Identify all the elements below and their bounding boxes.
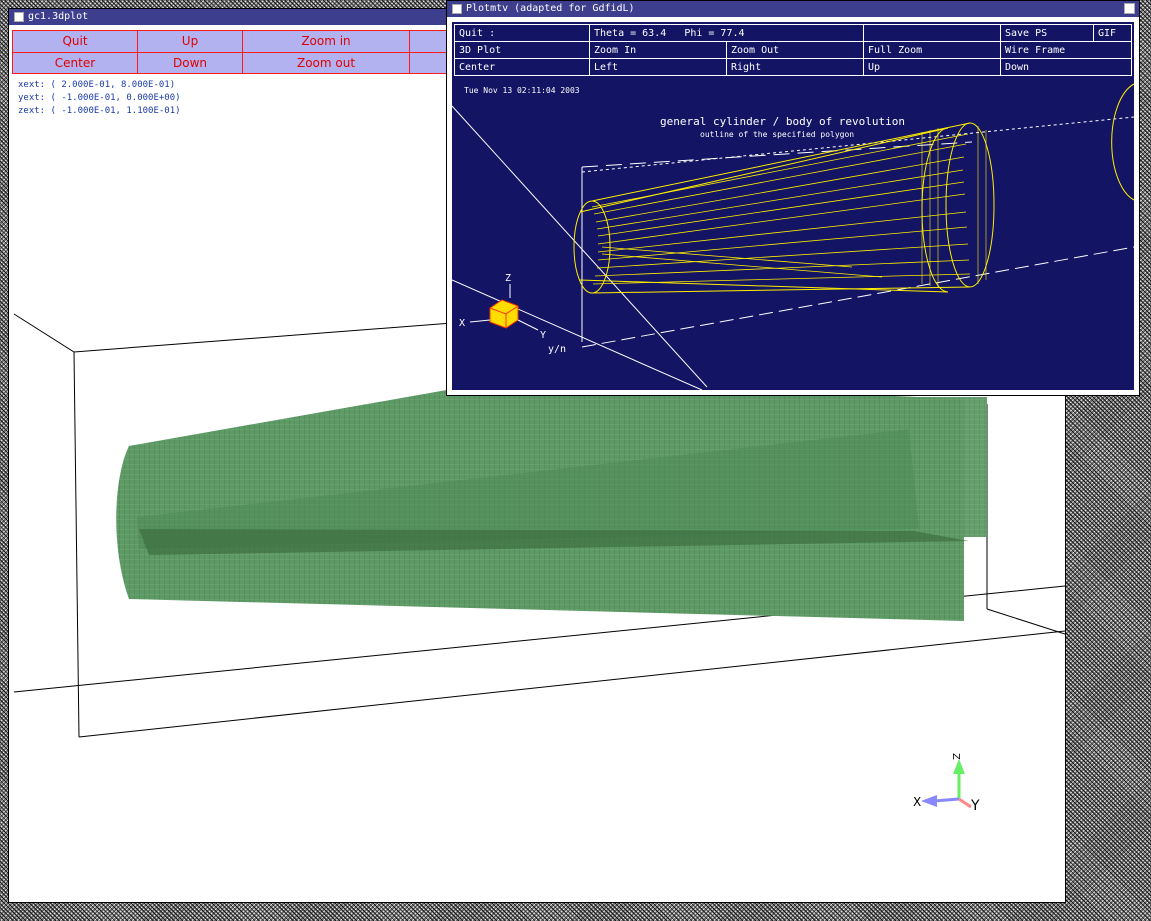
end-circle (1111, 83, 1134, 201)
yext-text: yext: ( -1.000E-01, 0.000E+00) (18, 93, 181, 103)
center-button[interactable]: Center (454, 58, 590, 76)
left-button[interactable]: Left (589, 58, 727, 76)
orientation-cube: Z X Y y/n (459, 273, 566, 355)
quit-button[interactable]: Quit (12, 30, 138, 53)
axis-z-label: Z (950, 753, 961, 760)
axis-x-label: X (913, 795, 921, 809)
axis-extra-label: y/n (548, 344, 566, 355)
up-button[interactable]: Up (863, 58, 1001, 76)
wire-frame-button[interactable]: Wire Frame (1000, 41, 1132, 59)
theta-phi-readout: Theta = 63.4 Phi = 77.4 (589, 24, 864, 42)
wireframe-cone (573, 122, 995, 294)
plotmtv-window: Plotmtv (adapted for GdfidL) Z X Y y/n T… (446, 0, 1140, 396)
zoom-out-button[interactable]: Zoom Out (726, 41, 864, 59)
axis-triad: X Y Z (913, 753, 980, 814)
plot-area[interactable]: Z X Y y/n Tue Nov 13 02:11:04 2003 gener… (451, 21, 1135, 391)
gif-button[interactable]: GIF (1093, 24, 1132, 42)
down-button[interactable]: Down (1000, 58, 1132, 76)
xext-text: xext: ( 2.000E-01, 8.000E-01) (18, 80, 176, 90)
extents-readout: xext: ( 2.000E-01, 8.000E-01) yext: ( -1… (18, 79, 181, 118)
plot-subtitle: outline of the specified polygon (700, 130, 854, 139)
axis-y-label: Y (970, 798, 980, 814)
zoom-in-button[interactable]: Zoom in (242, 30, 410, 53)
quit-button[interactable]: Quit : (454, 24, 590, 42)
axis-z-label: Z (505, 273, 511, 284)
blank-cell (863, 24, 1001, 42)
zoom-out-button[interactable]: Zoom out (242, 51, 410, 74)
plotmtv-toolbar: Quit : Theta = 63.4 Phi = 77.4 Save PS G… (454, 24, 1132, 76)
titlebar[interactable]: Plotmtv (adapted for GdfidL) (447, 1, 1139, 17)
center-button[interactable]: Center (12, 51, 138, 74)
3d-plot-button[interactable]: 3D Plot (454, 41, 590, 59)
timestamp-text: Tue Nov 13 02:11:04 2003 (464, 86, 580, 95)
axis-y-label: Y (540, 330, 546, 341)
theta-text: Theta = 63.4 (594, 27, 667, 39)
right-button[interactable]: Right (726, 58, 864, 76)
wireframe-view[interactable]: Z X Y y/n Tue Nov 13 02:11:04 2003 gener… (452, 22, 1134, 390)
maximize-icon[interactable] (1124, 3, 1135, 14)
window-menu-icon[interactable] (452, 4, 462, 14)
save-ps-button[interactable]: Save PS (1000, 24, 1094, 42)
window-title: gc1.3dplot (28, 11, 89, 22)
down-button[interactable]: Down (137, 51, 243, 74)
cone-mesh (116, 379, 987, 621)
zoom-in-button[interactable]: Zoom In (589, 41, 727, 59)
window-title: Plotmtv (adapted for GdfidL) (466, 3, 635, 14)
axis-x-label: X (459, 318, 465, 329)
phi-text: Phi = 77.4 (684, 27, 745, 39)
window-menu-icon[interactable] (14, 12, 24, 22)
zext-text: zext: ( -1.000E-01, 1.100E-01) (18, 106, 181, 116)
full-zoom-button[interactable]: Full Zoom (863, 41, 1001, 59)
plot-title: general cylinder / body of revolution (660, 115, 905, 128)
up-button[interactable]: Up (137, 30, 243, 53)
